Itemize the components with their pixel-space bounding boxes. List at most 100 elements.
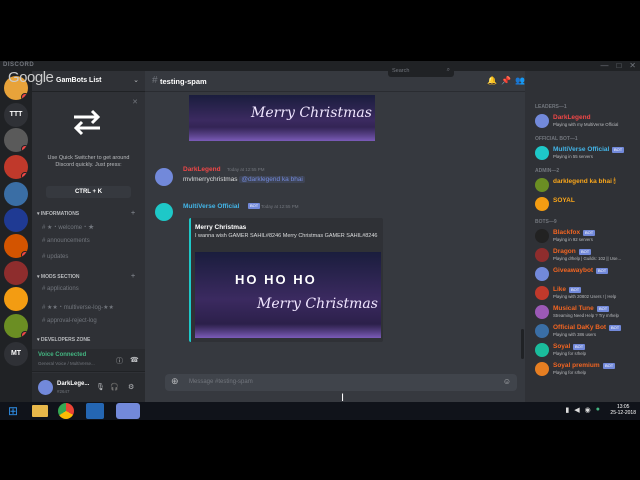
signal-icon[interactable]: ⓘ	[116, 356, 123, 366]
guild-icon[interactable]	[4, 234, 28, 258]
channel-multiverse-log[interactable]: # ★★・multiverse-log-★★	[42, 302, 114, 311]
bot-badge: BOT	[603, 363, 616, 369]
member-activity: Playing in 92 servers	[553, 237, 593, 242]
windows-start-icon[interactable]: ⊞	[2, 403, 24, 419]
system-tray: ▮ ◀ ◉ ●	[565, 406, 600, 414]
bot-badge: BOT	[573, 344, 586, 350]
discord-taskbar-icon[interactable]	[116, 403, 140, 419]
guild-icon[interactable]	[4, 287, 28, 311]
member-item[interactable]: MultiVerse Official Playing in 55 servers…	[535, 144, 640, 162]
avatar	[535, 362, 549, 376]
google-overlay-logo: Google	[8, 69, 54, 86]
member-item[interactable]: Blackfox Playing in 92 servers BOT	[535, 227, 640, 245]
member-item[interactable]: Dragon Playing d!help | Guilds: 102 || Us…	[535, 246, 640, 264]
avatar[interactable]	[155, 203, 173, 221]
scrollbar-thumb[interactable]	[521, 329, 524, 359]
avatar[interactable]	[155, 168, 173, 186]
visual-studio-icon[interactable]	[86, 403, 104, 419]
search-icon: ⌕	[446, 67, 450, 73]
members-icon[interactable]: 👥	[515, 76, 525, 85]
bot-badge: BOT	[609, 325, 622, 331]
member-item[interactable]: Official DaKy Bot Playing with 386 users B…	[535, 322, 640, 340]
member-item[interactable]: Musical Tune Streaming Need Help ? Try m!…	[535, 303, 640, 321]
maximize-button[interactable]: □	[616, 61, 621, 70]
tray-icon[interactable]: ▮	[565, 406, 569, 414]
user-tag: #2647	[57, 389, 70, 394]
bell-icon[interactable]: 🔔	[487, 76, 497, 85]
file-explorer-icon[interactable]	[32, 405, 48, 417]
voice-channel-path[interactable]: General Voice / MultiVerse...	[38, 361, 95, 366]
category-informations[interactable]: ▾ INFORMATIONS +	[37, 210, 135, 217]
notification-icon[interactable]: ●	[596, 406, 600, 414]
chat-area: # testing-spam 🔔 📌 👥 Merry Christmas Dar…	[145, 71, 525, 402]
guild-icon[interactable]	[4, 208, 28, 232]
clock[interactable]: 13:05 25-12-2018	[610, 404, 636, 416]
hash-icon: #	[152, 75, 158, 86]
chrome-icon[interactable]	[58, 403, 74, 419]
channel-welcome[interactable]: # ★・welcome・★	[42, 222, 94, 231]
member-item[interactable]: SOYAL	[535, 195, 640, 213]
guild-icon[interactable]	[4, 261, 28, 285]
message-author[interactable]: DarkLegend	[183, 166, 221, 173]
member-name: SOYAL	[553, 197, 575, 204]
message-input[interactable]: Message #testing-spam	[189, 379, 253, 385]
user-mention[interactable]: @darklegend ka bhai	[239, 176, 305, 183]
christmas-image[interactable]: HO HO HO Merry Christmas	[195, 252, 381, 338]
embed-description: I wanna wish GAMER SAHIL#8246 Merry Chri…	[195, 233, 378, 239]
christmas-image-top[interactable]: Merry Christmas	[189, 95, 375, 141]
search-input[interactable]: Search ⌕	[388, 65, 454, 77]
add-channel-icon[interactable]: +	[131, 210, 135, 217]
member-name: Musical Tune	[553, 305, 594, 312]
member-name: MultiVerse Official	[553, 146, 610, 153]
upload-plus-icon[interactable]: ⊕	[171, 376, 179, 387]
member-item[interactable]: Giveawaybot BOT	[535, 265, 640, 283]
bot-badge: BOT	[579, 249, 592, 255]
member-item[interactable]: Soyal Playing for s!help BOT	[535, 341, 640, 359]
bot-badge: BOT	[612, 147, 625, 153]
guild-icon[interactable]: TTT	[4, 103, 28, 127]
channel-updates[interactable]: # updates	[42, 254, 68, 260]
guild-icon[interactable]	[4, 182, 28, 206]
member-item[interactable]: Soyal premium Playing for s!help BOT	[535, 360, 640, 378]
notification-badge	[21, 145, 28, 152]
emoji-icon[interactable]: ☺	[503, 377, 511, 386]
channel-announcements[interactable]: # announcements	[42, 238, 90, 244]
avatar	[535, 146, 549, 160]
channel-approval-reject-log[interactable]: # approval-reject-log	[42, 318, 97, 324]
category-developers-zone[interactable]: ▾ DEVELOPERS ZONE	[37, 337, 90, 343]
channel-applications[interactable]: # applications	[42, 286, 79, 292]
microphone-icon[interactable]: 🎙	[96, 383, 105, 391]
member-item[interactable]: darklegend ka bhai 🕯	[535, 176, 640, 194]
member-group-label: LEADERS—1	[535, 104, 567, 110]
avatar	[535, 343, 549, 357]
close-window-button[interactable]: ✕	[629, 61, 636, 70]
gear-icon[interactable]: ⚙	[128, 383, 134, 391]
minimize-button[interactable]: —	[600, 61, 608, 70]
chevron-down-icon[interactable]: ⌄	[133, 76, 139, 84]
bot-badge: BOT	[596, 268, 609, 274]
avatar[interactable]	[38, 380, 53, 395]
disconnect-icon[interactable]: ☎	[130, 356, 139, 364]
guild-icon[interactable]	[4, 128, 28, 152]
category-mods-section[interactable]: ▾ MODS SECTION +	[37, 273, 135, 280]
pin-icon[interactable]: 📌	[501, 76, 511, 85]
switch-arrows-icon	[73, 109, 101, 136]
text-cursor-icon: I	[341, 392, 345, 404]
headphones-icon[interactable]: 🎧	[110, 383, 119, 391]
guild-icon[interactable]	[4, 314, 28, 338]
network-icon[interactable]: ◉	[585, 406, 591, 414]
avatar	[535, 324, 549, 338]
shortcut-keys: CTRL + K	[46, 186, 131, 198]
member-activity: Playing with 386 users	[553, 332, 596, 337]
guild-icon[interactable]	[4, 155, 28, 179]
message-composer[interactable]: ⊕ Message #testing-spam ☺	[165, 374, 517, 391]
member-item[interactable]: DarkLegend Playing with my MultiVerse Off…	[535, 112, 640, 130]
member-item[interactable]: Like Playing with 20802 Users ! | Help BOT	[535, 284, 640, 302]
member-name: Blackfox	[553, 229, 581, 236]
message-author[interactable]: MultiVerse Official	[183, 203, 239, 210]
guild-icon[interactable]: MT	[4, 342, 28, 366]
add-channel-icon[interactable]: +	[131, 273, 135, 280]
member-activity: Playing d!help | Guilds: 102 || Use...	[553, 256, 622, 261]
volume-icon[interactable]: ◀	[574, 406, 579, 414]
close-icon[interactable]: ✕	[132, 98, 138, 106]
